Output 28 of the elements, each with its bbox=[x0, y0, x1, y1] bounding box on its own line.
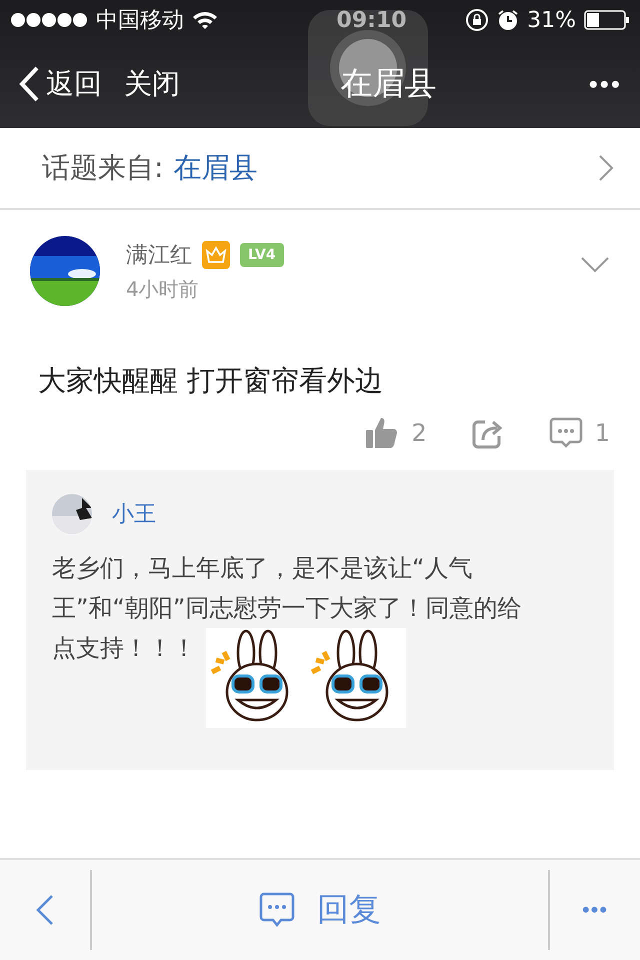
status-time: 09:10 bbox=[336, 8, 407, 32]
reply-text: 老乡们，马上年底了，是不是该让“人气王”和“朝阳”同志慰劳一下大家了！同意的给点支持！！！ bbox=[52, 554, 522, 662]
page-title: 在眉县 bbox=[339, 63, 438, 104]
post-time: 4小时前 bbox=[126, 276, 200, 303]
comment-icon bbox=[259, 892, 295, 928]
chevron-down-icon[interactable] bbox=[580, 256, 610, 274]
author-name[interactable]: 满江红 bbox=[126, 240, 192, 270]
rotation-lock-icon bbox=[465, 8, 490, 32]
topic-row[interactable]: 话题来自: 在眉县 bbox=[0, 128, 640, 210]
more-button[interactable]: ••• bbox=[588, 68, 622, 100]
wifi-icon bbox=[192, 10, 218, 30]
more-button[interactable]: ••• bbox=[550, 870, 640, 950]
chevron-left-icon bbox=[36, 894, 54, 926]
reply-button[interactable]: 回复 bbox=[92, 870, 548, 950]
battery-icon bbox=[584, 10, 630, 30]
reply-author[interactable]: 小王 bbox=[112, 499, 156, 529]
signal-icon bbox=[10, 12, 88, 28]
back-button[interactable]: 返回 bbox=[18, 65, 102, 103]
topic-link[interactable]: 在眉县 bbox=[173, 149, 598, 187]
alarm-icon bbox=[497, 9, 520, 31]
carrier-name: 中国移动 bbox=[96, 7, 184, 35]
post-text: 大家快醒醒 打开窗帘看外边 bbox=[38, 363, 384, 399]
topic-label: 话题来自: bbox=[42, 150, 164, 186]
chevron-right-icon bbox=[598, 154, 614, 182]
close-button[interactable]: 关闭 bbox=[124, 65, 180, 103]
battery-percent: 31% bbox=[527, 8, 576, 32]
level-badge: LV4 bbox=[240, 243, 284, 267]
chevron-left-icon bbox=[18, 66, 40, 102]
